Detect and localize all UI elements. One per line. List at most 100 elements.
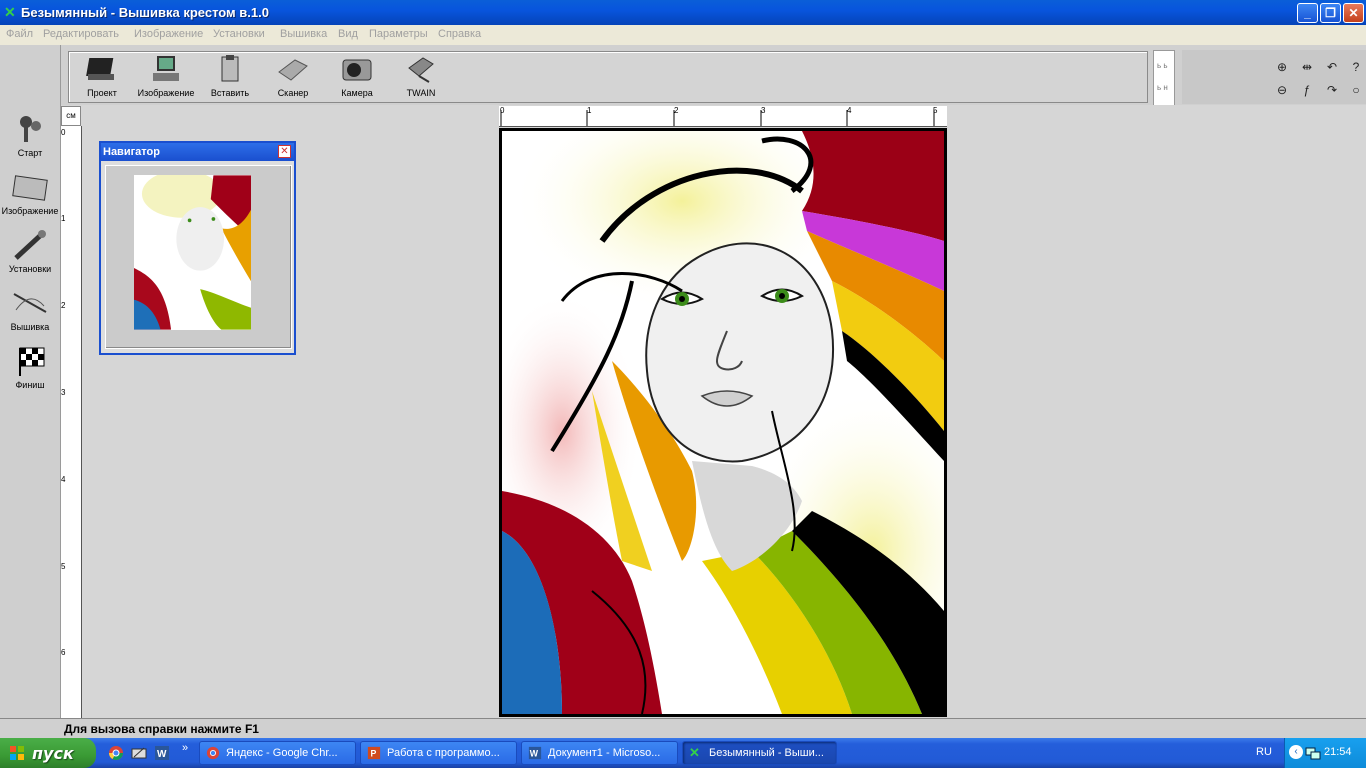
navigator-window[interactable]: Навигатор ✕ [99, 141, 296, 355]
navigator-close-button[interactable]: ✕ [278, 145, 291, 158]
zoom-out-icon[interactable]: ⊖ [1274, 82, 1290, 98]
ruler-label: 3 [61, 388, 66, 397]
checkered-flag-icon [19, 347, 45, 376]
menu-view[interactable]: Вид [338, 28, 358, 40]
start-button-taskbar[interactable]: пуск [0, 738, 96, 768]
keys-icon [20, 116, 41, 142]
rotate-left-icon[interactable]: ↶ [1324, 59, 1340, 75]
horizontal-ruler: 0 1 2 3 4 5 [499, 106, 947, 127]
quicklaunch-chevron[interactable]: » [182, 742, 188, 754]
side-image-label: Изображение [1, 206, 59, 216]
project-icon [86, 58, 114, 80]
windows-logo-icon [10, 746, 24, 760]
scanner-button[interactable]: Сканер [262, 54, 324, 98]
menu-embroidery[interactable]: Вышивка [280, 28, 327, 40]
svg-text:W: W [157, 749, 167, 760]
ruler-label: 1 [61, 214, 66, 223]
image-label: Изображение [137, 88, 195, 98]
scanner-icon [278, 59, 308, 81]
twain-button[interactable]: TWAIN [390, 54, 452, 98]
view-strip-item: ь ь [1157, 61, 1168, 70]
finish-label: Финиш [15, 380, 45, 390]
close-button[interactable]: ✕ [1343, 3, 1364, 23]
start-button[interactable]: Старт [0, 112, 60, 168]
project-button[interactable]: Проект [71, 54, 133, 98]
clipboard-icon [221, 55, 239, 82]
menu-parameters[interactable]: Параметры [369, 28, 428, 40]
menu-bar: Файл Редактировать Изображение Установки… [0, 25, 1366, 45]
finish-button[interactable]: Финиш [0, 344, 60, 400]
task-powerpoint[interactable]: P Работа с программо... [360, 741, 517, 765]
window-title: Безымянный - Вышивка крестом в.1.0 [21, 5, 269, 20]
rotate-right-icon[interactable]: ↷ [1324, 82, 1340, 98]
connector-icon [408, 57, 434, 83]
task-label: Документ1 - Microso... [548, 747, 661, 759]
chrome-icon[interactable] [108, 745, 124, 761]
network-icon[interactable] [1305, 745, 1321, 761]
computer-icon [153, 56, 179, 81]
image-button[interactable]: Изображение [135, 54, 197, 98]
photos-icon [12, 175, 48, 201]
show-desktop-icon[interactable] [131, 745, 147, 761]
task-label: Безымянный - Выши... [709, 747, 824, 759]
ruler-ticks [500, 110, 935, 126]
vertical-ruler: 0 1 2 3 4 5 6 [61, 126, 82, 718]
ruler-label: 0 [500, 106, 505, 115]
task-label: Работа с программо... [387, 747, 500, 759]
start-label: Старт [17, 148, 43, 158]
ruler-label: 6 [61, 648, 66, 657]
camera-icon [342, 59, 372, 81]
circle-icon[interactable]: ○ [1348, 82, 1364, 98]
paste-button[interactable]: Вставить [199, 54, 261, 98]
view-strip-item: ь н [1157, 83, 1168, 92]
svg-text:P: P [371, 749, 377, 759]
chrome-icon [206, 746, 220, 760]
fit-icon[interactable]: ⇹ [1299, 59, 1315, 75]
tray-expand-icon[interactable]: ‹ [1289, 745, 1303, 759]
task-chrome[interactable]: Яндекс - Google Chr... [199, 741, 356, 765]
navigator-frame [105, 165, 292, 349]
menu-edit[interactable]: Редактировать [43, 28, 119, 40]
ruler-label: 4 [61, 475, 66, 484]
menu-settings[interactable]: Установки [213, 28, 265, 40]
svg-text:W: W [530, 749, 539, 759]
menu-help[interactable]: Справка [438, 28, 481, 40]
camera-label: Камера [341, 88, 373, 98]
embroidery-label: Вышивка [10, 322, 50, 332]
settings-button[interactable]: Установки [0, 228, 60, 284]
ruler-label: 3 [761, 106, 766, 115]
side-image-button[interactable]: Изображение [0, 170, 60, 226]
camera-button[interactable]: Камера [326, 54, 388, 98]
needle-icon [13, 293, 47, 313]
status-bar: Для вызова справки нажмите F1 [0, 718, 1366, 739]
help-icon[interactable]: ? [1348, 59, 1364, 75]
word-icon[interactable]: W [154, 745, 170, 761]
ruler-label: 2 [674, 106, 679, 115]
ruler-label: 0 [61, 128, 66, 137]
clock: 21:54 [1324, 746, 1352, 758]
flip-icon[interactable]: ƒ [1299, 82, 1315, 98]
minimize-button[interactable]: _ [1297, 3, 1318, 23]
zoom-in-icon[interactable]: ⊕ [1274, 59, 1290, 75]
task-word[interactable]: W Документ1 - Microso... [521, 741, 678, 765]
twain-label: TWAIN [406, 88, 436, 98]
task-cross-stitch[interactable]: ✕ Безымянный - Выши... [682, 741, 837, 765]
embroidery-button[interactable]: Вышивка [0, 286, 60, 342]
project-label: Проект [87, 88, 117, 98]
language-indicator[interactable]: RU [1256, 746, 1272, 758]
view-strip[interactable]: ь ь ь н [1153, 50, 1175, 106]
settings-label: Установки [8, 264, 52, 274]
ruler-label: 2 [61, 301, 66, 310]
restore-button[interactable]: ❐ [1320, 3, 1341, 23]
taskbar: пуск W » Яндекс - Google Chr... P Работа… [0, 738, 1366, 768]
title-bar: ✕ Безымянный - Вышивка крестом в.1.0 _ ❐… [0, 0, 1366, 25]
portrait-image [502, 131, 944, 714]
paste-label: Вставить [210, 88, 250, 98]
status-text: Для вызова справки нажмите F1 [64, 722, 259, 736]
menu-file[interactable]: Файл [6, 28, 33, 40]
ruler-unit: см [61, 106, 81, 126]
image-canvas[interactable] [499, 128, 947, 717]
menu-image[interactable]: Изображение [134, 28, 203, 40]
navigator-thumbnail[interactable] [134, 175, 251, 330]
brush-icon [14, 230, 46, 260]
